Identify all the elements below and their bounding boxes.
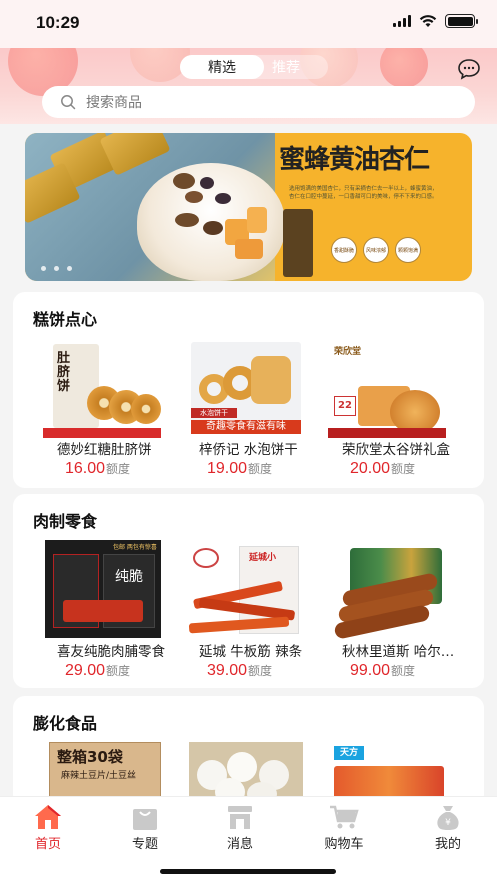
product-card[interactable]: 秋林里道斯 哈尔滨红肠 99.00 额度 — [328, 540, 466, 680]
banner-description: 选用饱满的美国杏仁，只有采摘杏仁去一半以上，蜂蜜黄油，杏仁在口腔中蔓延，一口香甜… — [289, 186, 438, 200]
product-price: 16.00 额度 — [65, 460, 181, 478]
tab-label: 消息 — [226, 837, 253, 852]
cart-icon — [330, 805, 359, 829]
product-card[interactable]: 延城小 延城 牛板筋 辣条 39.00 额度 — [185, 540, 323, 680]
tab-recommended[interactable]: 推荐 — [272, 55, 300, 79]
product-name: 喜友纯脆肉脯零食 — [57, 644, 165, 660]
tab-home[interactable]: 首页 — [13, 803, 83, 852]
shopping-bag-icon — [133, 809, 157, 830]
tab-label: 专题 — [131, 837, 158, 852]
tab-topics[interactable]: 专题 — [110, 803, 180, 852]
package-top-text: 包邮 两包有惊喜 — [113, 544, 157, 551]
price-value: 19.00 — [207, 460, 248, 477]
top-tab-switch: 精选 推荐 — [180, 55, 328, 79]
tab-featured[interactable]: 精选 — [180, 55, 264, 79]
home-indicator[interactable] — [160, 869, 336, 874]
product-price: 29.00 额度 — [65, 662, 181, 680]
package-text: 天方 — [334, 746, 364, 760]
product-price: 99.00 额度 — [350, 662, 466, 680]
product-card[interactable]: 水泡饼干 奇趣零食有滋有味 梓侨记 水泡饼干 19.00 额度 — [185, 338, 323, 478]
price-value: 99.00 — [350, 662, 391, 679]
status-time: 10:29 — [36, 13, 80, 32]
banner-badges: 香甜酥脆 风味浓郁 颗颗饱满 — [331, 237, 421, 263]
chat-bubble-icon[interactable] — [457, 58, 481, 80]
carousel-dots — [41, 266, 72, 271]
tab-cart[interactable]: 购物车 — [309, 803, 379, 852]
product-name: 秋林里道斯 哈尔滨红肠 — [342, 644, 460, 660]
price-unit: 额度 — [106, 462, 131, 476]
price-value: 16.00 — [65, 460, 106, 477]
package-number: 22 — [334, 396, 356, 416]
package-text: 整箱30袋 — [57, 748, 123, 766]
status-bar: 10:29 — [0, 0, 497, 48]
package-text: 奇趣零食有滋有味 — [191, 420, 301, 434]
product-card[interactable]: 包邮 两包有惊喜 纯脆 喜友纯脆肉脯零食 29.00 额度 — [43, 540, 181, 680]
price-value: 29.00 — [65, 662, 106, 679]
tab-label: 购物车 — [324, 837, 364, 852]
carousel-dot[interactable] — [67, 266, 72, 271]
package-text: 延城小 — [249, 553, 277, 563]
search-input[interactable]: 搜索商品 — [42, 86, 475, 118]
svg-text:¥: ¥ — [445, 818, 451, 828]
category-section: 糕饼点心 肚脐饼 德妙红糖肚脐饼 16.00 额度 水泡饼干 奇趣零食有滋有味 … — [13, 292, 484, 488]
money-bag-icon: ¥ — [437, 806, 459, 830]
category-section: 膨化食品 整箱30袋 麻辣土豆片/土豆丝 天方 — [13, 696, 484, 806]
section-title: 肉制零食 — [33, 512, 98, 531]
product-price: 39.00 额度 — [207, 662, 323, 680]
product-image: 荣欣堂 22 — [328, 338, 446, 438]
package-subtext: 麻辣土豆片/土豆丝 — [61, 771, 137, 781]
product-package-image — [283, 209, 313, 277]
wifi-icon — [419, 14, 437, 27]
product-name: 德妙红糖肚脐饼 — [57, 442, 152, 458]
product-image: 水泡饼干 奇趣零食有滋有味 — [185, 338, 303, 438]
product-name: 延城 牛板筋 辣条 — [199, 644, 303, 660]
product-image — [328, 540, 446, 640]
search-icon — [61, 95, 76, 110]
banner-badge: 香甜酥脆 — [331, 237, 357, 263]
banner-badge: 颗颗饱满 — [395, 237, 421, 263]
carousel-dot[interactable] — [41, 266, 46, 271]
battery-icon — [445, 14, 478, 28]
product-card[interactable]: 肚脐饼 德妙红糖肚脐饼 16.00 额度 — [43, 338, 181, 478]
price-value: 39.00 — [207, 662, 248, 679]
category-section: 肉制零食 包邮 两包有惊喜 纯脆 喜友纯脆肉脯零食 29.00 额度 延城小 延… — [13, 494, 484, 688]
price-unit: 额度 — [248, 462, 273, 476]
product-name: 梓侨记 水泡饼干 — [199, 442, 298, 458]
price-unit: 额度 — [248, 664, 273, 678]
product-image: 延城小 — [185, 540, 303, 640]
promo-banner[interactable]: 蜜蜂黄油杏仁 选用饱满的美国杏仁，只有采摘杏仁去一半以上，蜂蜜黄油，杏仁在口腔中… — [25, 133, 472, 281]
search-placeholder: 搜索商品 — [86, 95, 142, 111]
package-text: 肚脐饼 — [57, 351, 71, 394]
price-unit: 额度 — [106, 664, 131, 678]
package-tag: 水泡饼干 — [191, 408, 237, 418]
status-icons — [393, 14, 478, 28]
tab-label: 我的 — [434, 837, 461, 852]
banner-badge: 风味浓郁 — [363, 237, 389, 263]
tab-me[interactable]: ¥ 我的 — [413, 803, 483, 852]
product-card[interactable]: 荣欣堂 22 荣欣堂太谷饼礼盒 20.00 额度 — [328, 338, 466, 478]
signal-icon — [393, 15, 411, 27]
product-name: 荣欣堂太谷饼礼盒 — [342, 442, 450, 458]
price-value: 20.00 — [350, 460, 391, 477]
price-unit: 额度 — [391, 664, 416, 678]
product-image: 肚脐饼 — [43, 338, 161, 438]
section-title: 糕饼点心 — [33, 310, 98, 329]
carousel-dot[interactable] — [54, 266, 59, 271]
package-text: 荣欣堂 — [334, 347, 362, 357]
product-price: 19.00 额度 — [207, 460, 323, 478]
store-icon — [228, 806, 252, 829]
product-image: 包邮 两包有惊喜 纯脆 — [43, 540, 161, 640]
banner-title: 蜜蜂黄油杏仁 — [279, 145, 430, 175]
section-title: 膨化食品 — [33, 714, 98, 733]
tab-label: 首页 — [34, 837, 61, 852]
home-icon — [35, 805, 61, 829]
package-text: 纯脆 — [115, 569, 143, 585]
price-unit: 额度 — [391, 462, 416, 476]
tab-messages[interactable]: 消息 — [205, 803, 275, 852]
header: 精选 推荐 搜索商品 — [0, 48, 497, 124]
product-price: 20.00 额度 — [350, 460, 466, 478]
